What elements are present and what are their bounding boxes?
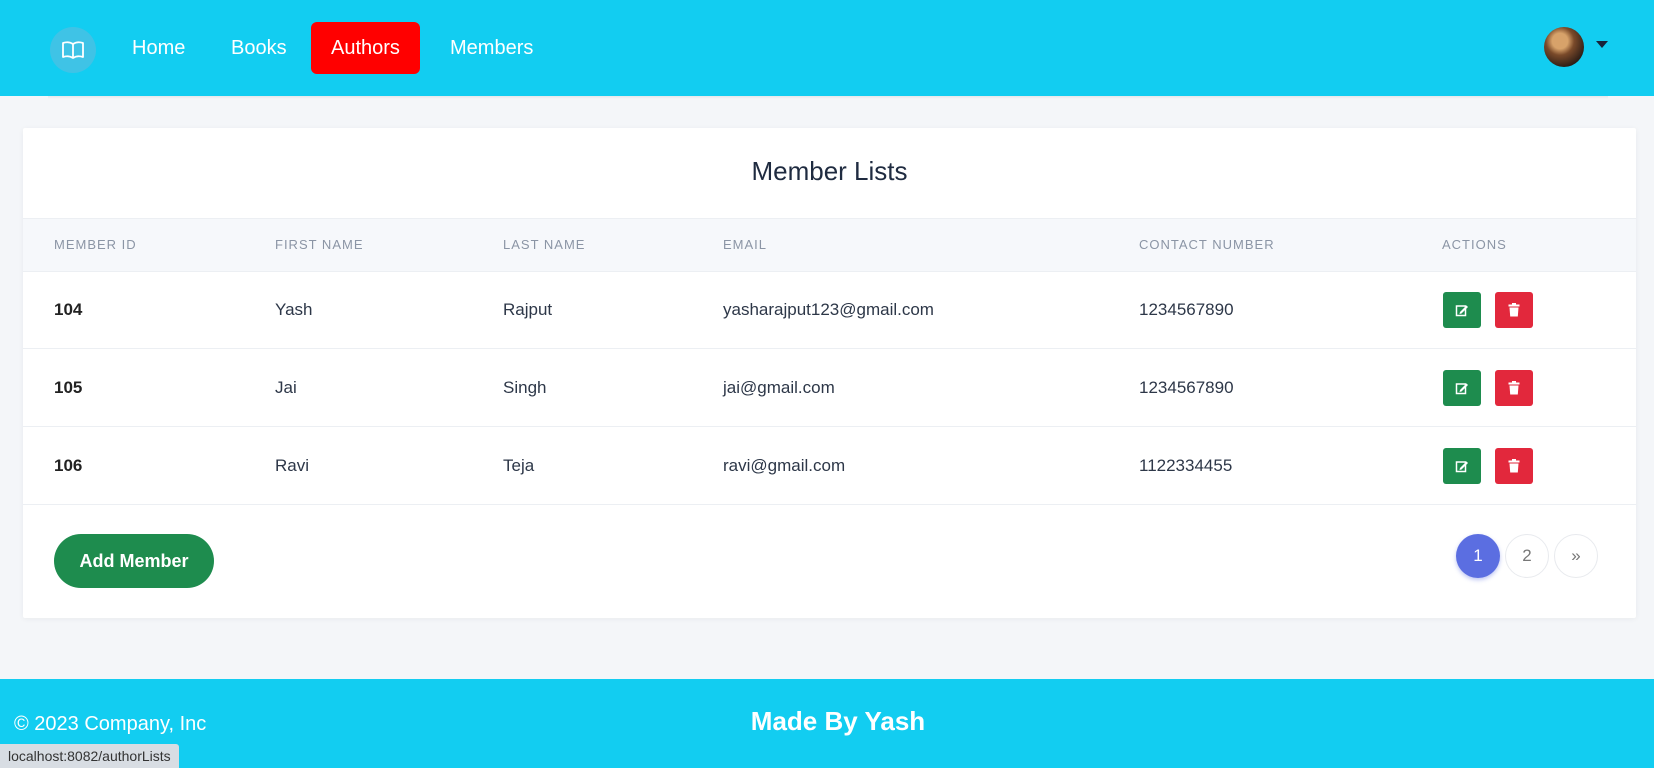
contact-number: 1234567890 xyxy=(1139,378,1234,397)
chevron-down-icon[interactable] xyxy=(1596,41,1608,48)
browser-status-url: localhost:8082/authorLists xyxy=(0,744,179,768)
column-header-actions: ACTIONS xyxy=(1442,237,1507,252)
trash-icon xyxy=(1508,381,1520,395)
member-list-card: Member Lists MEMBER ID FIRST NAME LAST N… xyxy=(23,128,1636,618)
edit-icon xyxy=(1455,305,1468,317)
pagination-page-1[interactable]: 1 xyxy=(1456,534,1500,578)
edit-button[interactable] xyxy=(1443,448,1481,484)
table-header: MEMBER ID FIRST NAME LAST NAME EMAIL CON… xyxy=(23,218,1636,272)
email: ravi@gmail.com xyxy=(723,456,846,475)
add-member-button[interactable]: Add Member xyxy=(54,534,214,588)
table-row: 106 Ravi Teja ravi@gmail.com 1122334455 xyxy=(23,427,1636,505)
column-header-contact-number: CONTACT NUMBER xyxy=(1139,237,1275,252)
delete-button[interactable] xyxy=(1495,448,1533,484)
first-name: Ravi xyxy=(275,456,310,475)
nav-link-home[interactable]: Home xyxy=(112,22,205,74)
last-name: Singh xyxy=(503,378,547,397)
table-row: 105 Jai Singh jai@gmail.com 1234567890 xyxy=(23,349,1636,427)
last-name: Rajput xyxy=(503,300,553,319)
member-id: 106 xyxy=(54,456,83,475)
pagination-next[interactable]: » xyxy=(1554,534,1598,578)
nav-link-members[interactable]: Members xyxy=(430,22,553,74)
table-row: 104 Yash Rajput yasharajput123@gmail.com… xyxy=(23,271,1636,349)
pagination-page-2[interactable]: 2 xyxy=(1505,534,1549,578)
column-header-member-id: MEMBER ID xyxy=(54,237,137,252)
edit-icon xyxy=(1455,461,1468,473)
avatar[interactable] xyxy=(1544,27,1584,67)
email: yasharajput123@gmail.com xyxy=(723,300,934,319)
member-id: 105 xyxy=(54,378,83,397)
contact-number: 1122334455 xyxy=(1139,456,1233,475)
contact-number: 1234567890 xyxy=(1139,300,1234,319)
navbar-shadow xyxy=(48,96,1608,99)
email: jai@gmail.com xyxy=(723,378,835,397)
delete-button[interactable] xyxy=(1495,292,1533,328)
column-header-first-name: FIRST NAME xyxy=(275,237,364,252)
edit-button[interactable] xyxy=(1443,292,1481,328)
page-title: Member Lists xyxy=(751,156,908,186)
last-name: Teja xyxy=(503,456,535,475)
first-name: Yash xyxy=(275,300,313,319)
first-name: Jai xyxy=(275,378,297,397)
edit-icon xyxy=(1455,383,1468,395)
column-header-last-name: LAST NAME xyxy=(503,237,586,252)
delete-button[interactable] xyxy=(1495,370,1533,406)
trash-icon xyxy=(1508,303,1520,317)
made-by-text: Made By Yash xyxy=(750,706,926,736)
column-header-email: EMAIL xyxy=(723,237,768,252)
footer: © 2023 Company, Inc Made By Yash xyxy=(0,679,1654,768)
edit-button[interactable] xyxy=(1443,370,1481,406)
open-book-icon[interactable] xyxy=(50,27,96,73)
trash-icon xyxy=(1508,459,1520,473)
nav-link-authors[interactable]: Authors xyxy=(311,22,420,74)
nav-link-books[interactable]: Books xyxy=(211,22,307,74)
top-navbar: Home Books Authors Members xyxy=(0,0,1654,96)
member-id: 104 xyxy=(54,300,83,319)
